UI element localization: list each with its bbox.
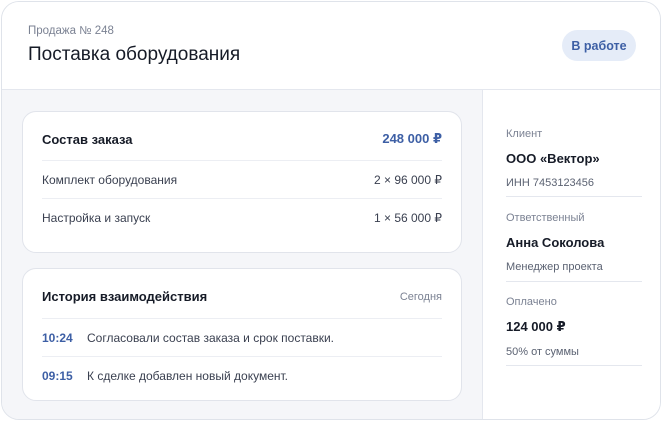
order-item-name: Настройка и запуск: [42, 210, 151, 225]
order-item-row[interactable]: Комплект оборудования 2 × 96 000 ₽: [42, 160, 442, 198]
paid-amount: 124 000 ₽: [506, 319, 566, 334]
details-sidebar: Клиент ООО «Вектор» ИНН 7453123456 Ответ…: [482, 90, 660, 419]
sidebar-divider: [506, 365, 642, 366]
client-name[interactable]: ООО «Вектор»: [506, 151, 642, 166]
owner-block: Ответственный Анна Соколова Менеджер про…: [506, 212, 642, 273]
history-card-title: История взаимодействия: [42, 289, 208, 304]
order-total: 248 000 ₽: [382, 131, 442, 146]
client-label: Клиент: [506, 128, 543, 140]
history-date: Сегодня: [399, 290, 442, 303]
owner-label: Ответственный: [506, 212, 585, 224]
order-item-qty: 2 × 96 000 ₽: [373, 172, 442, 187]
order-item-row[interactable]: Настройка и запуск 1 × 56 000 ₽: [42, 198, 442, 236]
paid-percent: 50% от суммы: [506, 346, 579, 358]
history-text: К сделке добавлен новый документ.: [87, 368, 288, 383]
sidebar-divider: [506, 196, 642, 197]
page-title: Поставка оборудования: [28, 44, 241, 65]
owner-name[interactable]: Анна Соколова: [506, 235, 642, 250]
sidebar-divider: [506, 281, 642, 282]
main-content: Состав заказа 248 000 ₽ Комплект оборудо…: [2, 90, 482, 419]
deal-header: Продажа № 248 Поставка оборудования В ра…: [2, 2, 660, 90]
paid-block: Оплачено 124 000 ₽ 50% от суммы: [506, 296, 642, 358]
paid-label: Оплачено: [506, 296, 557, 308]
owner-role: Менеджер проекта: [506, 261, 603, 273]
order-card: Состав заказа 248 000 ₽ Комплект оборудо…: [22, 111, 462, 253]
sale-number: Продажа № 248: [28, 25, 114, 37]
history-entry[interactable]: 09:15 К сделке добавлен новый документ.: [42, 356, 442, 394]
order-item-name: Комплект оборудования: [42, 172, 178, 187]
deal-window: Продажа № 248 Поставка оборудования В ра…: [1, 1, 661, 420]
order-item-qty: 1 × 56 000 ₽: [373, 210, 442, 225]
status-badge[interactable]: В работе: [562, 30, 636, 61]
order-card-title: Состав заказа: [42, 131, 133, 147]
history-time: 10:24: [42, 330, 73, 345]
client-inn: ИНН 7453123456: [506, 177, 595, 189]
client-block: Клиент ООО «Вектор» ИНН 7453123456: [506, 128, 642, 189]
history-card-header: История взаимодействия Сегодня: [42, 289, 442, 304]
history-text: Согласовали состав заказа и срок поставк…: [87, 330, 335, 345]
history-entry[interactable]: 10:24 Согласовали состав заказа и срок п…: [42, 318, 442, 356]
order-card-header: Состав заказа 248 000 ₽: [42, 131, 442, 147]
history-time: 09:15: [42, 368, 73, 383]
history-card: История взаимодействия Сегодня 10:24 Сог…: [22, 268, 462, 401]
